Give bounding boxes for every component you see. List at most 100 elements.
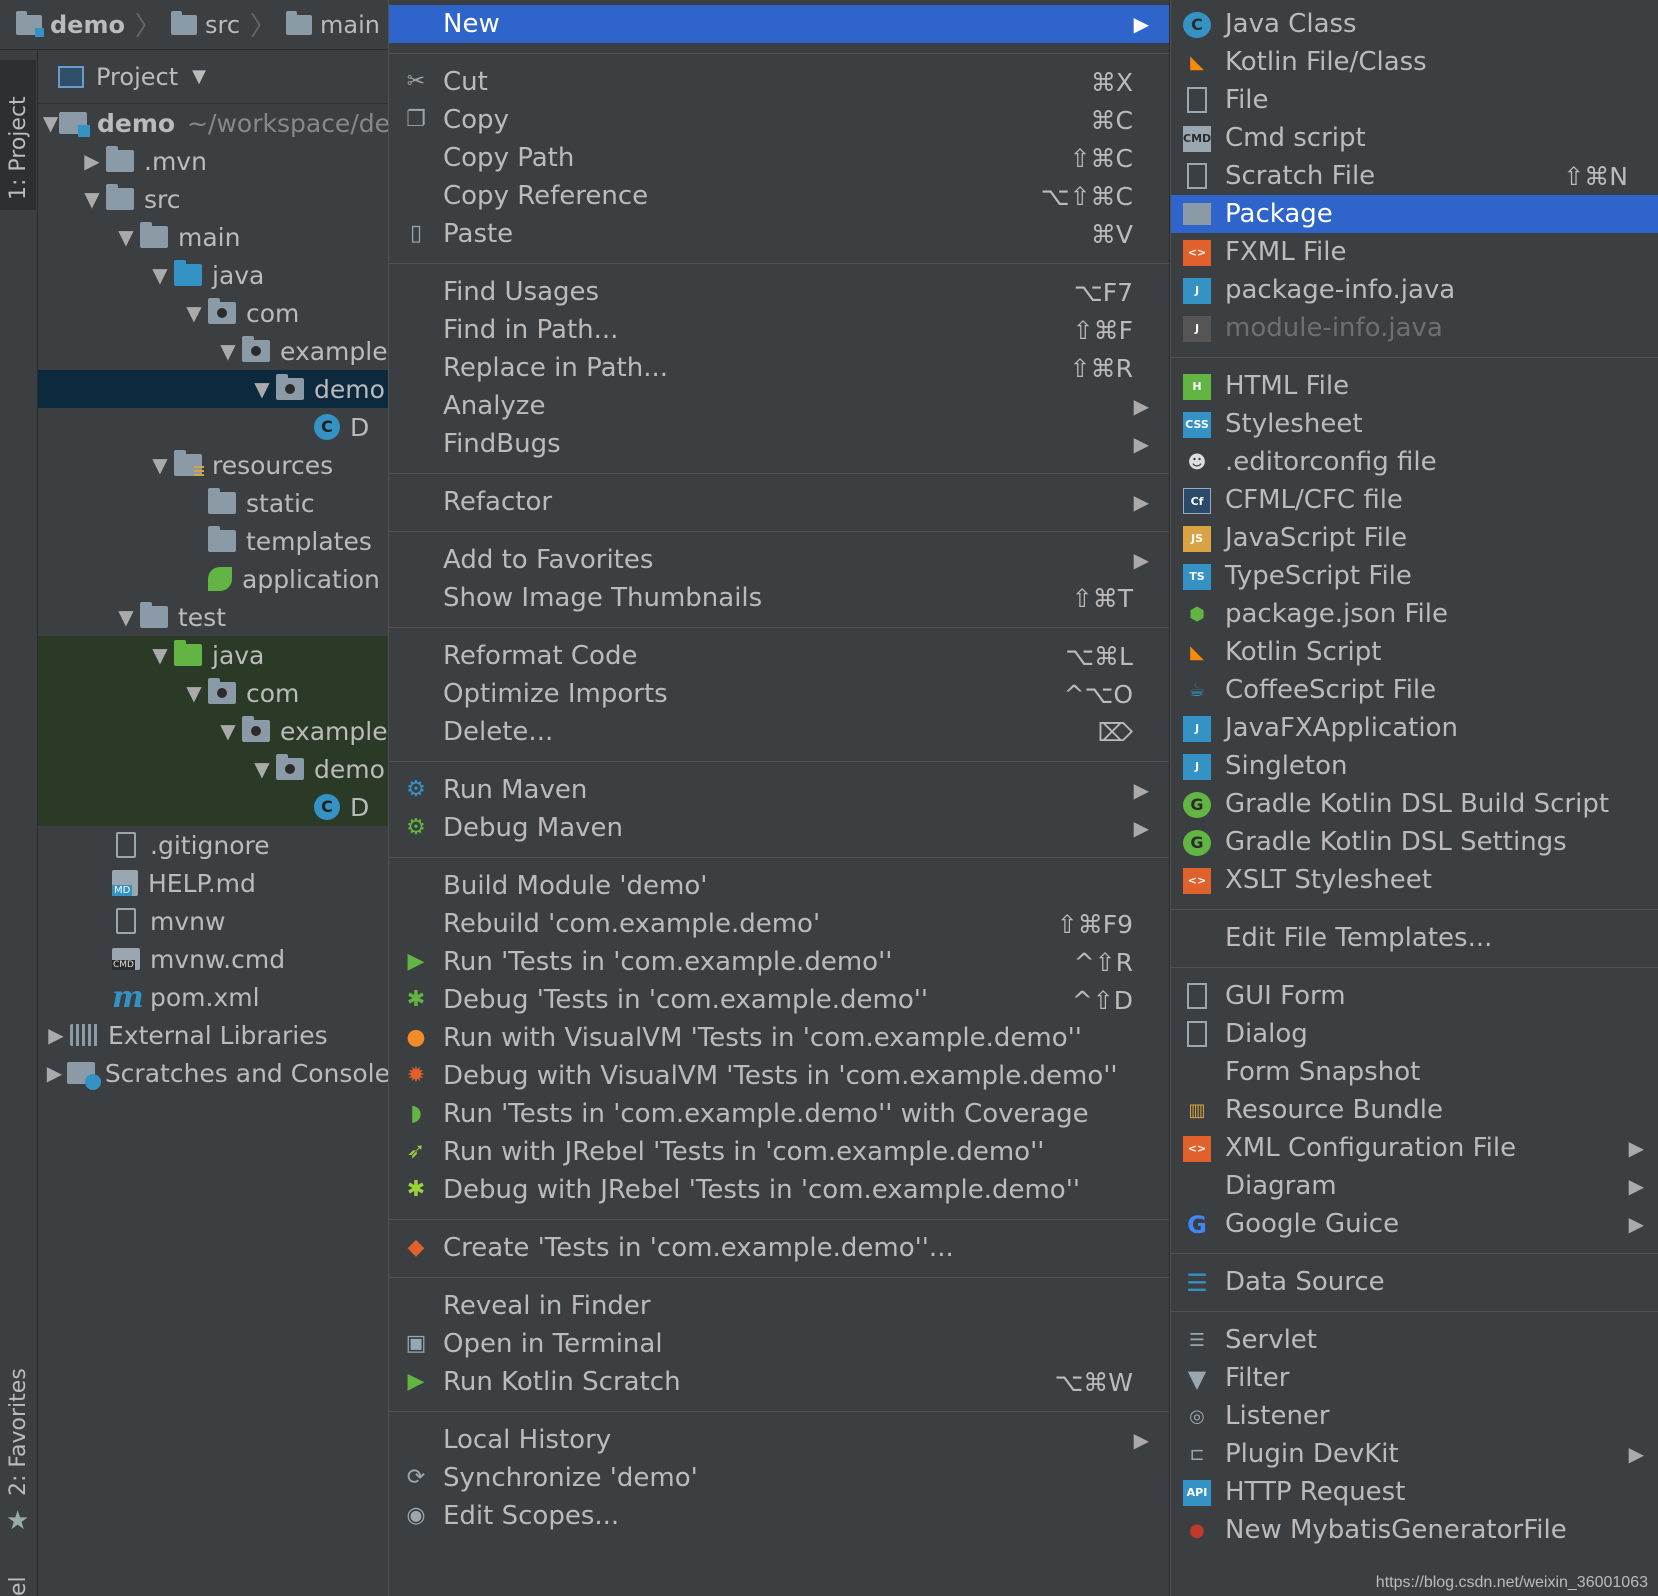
tree-item-resources[interactable]: ▼ resources [38, 446, 390, 484]
chevron-down-icon[interactable]: ▼ [192, 66, 206, 87]
submenu-item-xslt[interactable]: <> XSLT Stylesheet [1171, 861, 1658, 899]
submenu-item-package-json[interactable]: ⬢ package.json File [1171, 595, 1658, 633]
menu-item-copy-reference[interactable]: Copy Reference ⌥⇧⌘C [389, 177, 1169, 215]
expand-arrow-icon[interactable]: ▼ [214, 719, 242, 743]
tree-item-demo-package[interactable]: ▼ demo [38, 370, 390, 408]
menu-item-synchronize[interactable]: ⟳ Synchronize 'demo' [389, 1459, 1169, 1497]
menu-item-reformat-code[interactable]: Reformat Code ⌥⌘L [389, 637, 1169, 675]
submenu-item-cmd-script[interactable]: CMD Cmd script [1171, 119, 1658, 157]
tree-item-mvnw-cmd[interactable]: mvnw.cmd [38, 940, 390, 978]
submenu-item-scratch-file[interactable]: Scratch File ⇧⌘N [1171, 157, 1658, 195]
tree-item-help-md[interactable]: HELP.md [38, 864, 390, 902]
expand-arrow-icon[interactable]: ▼ [146, 263, 174, 287]
expand-arrow-icon[interactable]: ▼ [42, 111, 59, 135]
submenu-item-cfml[interactable]: Cf CFML/CFC file [1171, 481, 1658, 519]
tree-item-mvn[interactable]: ▶ .mvn [38, 142, 390, 180]
menu-item-add-to-favorites[interactable]: Add to Favorites ▶ [389, 541, 1169, 579]
submenu-item-filter[interactable]: ▼ Filter [1171, 1359, 1658, 1397]
tree-item-test-demo[interactable]: ▼ demo [38, 750, 390, 788]
menu-item-find-in-path[interactable]: Find in Path... ⇧⌘F [389, 311, 1169, 349]
menu-item-create-tests[interactable]: ◆ Create 'Tests in 'com.example.demo''... [389, 1229, 1169, 1267]
tree-item-test-example[interactable]: ▼ example [38, 712, 390, 750]
tree-item-java[interactable]: ▼ java [38, 256, 390, 294]
submenu-item-html-file[interactable]: H HTML File [1171, 367, 1658, 405]
tree-item-pom-xml[interactable]: m pom.xml [38, 978, 390, 1016]
expand-arrow-icon[interactable]: ▼ [214, 339, 242, 363]
submenu-item-diagram[interactable]: Diagram ▶ [1171, 1167, 1658, 1205]
menu-item-findbugs[interactable]: FindBugs ▶ [389, 425, 1169, 463]
collapse-arrow-icon[interactable]: ▶ [78, 149, 106, 173]
submenu-item-kotlin-script[interactable]: ◣ Kotlin Script [1171, 633, 1658, 671]
expand-arrow-icon[interactable]: ▼ [112, 605, 140, 629]
submenu-item-http-request[interactable]: API HTTP Request [1171, 1473, 1658, 1511]
menu-item-rebuild[interactable]: Rebuild 'com.example.demo' ⇧⌘F9 [389, 905, 1169, 943]
submenu-item-singleton[interactable]: J Singleton [1171, 747, 1658, 785]
submenu-item-form-snapshot[interactable]: Form Snapshot [1171, 1053, 1658, 1091]
tree-item-demo[interactable]: ▼ demo ~/workspace/de [38, 104, 390, 142]
submenu-item-package[interactable]: Package [1171, 195, 1658, 233]
submenu-item-gradle-settings[interactable]: G Gradle Kotlin DSL Settings [1171, 823, 1658, 861]
submenu-item-data-source[interactable]: ☰ Data Source [1171, 1263, 1658, 1301]
menu-item-run-kotlin-scratch[interactable]: ▶ Run Kotlin Scratch ⌥⌘W [389, 1363, 1169, 1401]
breadcrumb-item-main[interactable]: main [286, 10, 380, 39]
menu-item-run-visualvm[interactable]: ● Run with VisualVM 'Tests in 'com.exampl… [389, 1019, 1169, 1057]
submenu-item-resource-bundle[interactable]: ▥ Resource Bundle [1171, 1091, 1658, 1129]
menu-item-optimize-imports[interactable]: Optimize Imports ^⌥O [389, 675, 1169, 713]
submenu-item-plugin-devkit[interactable]: ⊏ Plugin DevKit ▶ [1171, 1435, 1658, 1473]
submenu-item-fxml-file[interactable]: <> FXML File [1171, 233, 1658, 271]
project-tool-tab[interactable]: 1: Project [0, 60, 36, 210]
tree-item-templates[interactable]: templates [38, 522, 390, 560]
expand-arrow-icon[interactable]: ▼ [112, 225, 140, 249]
tree-item-example[interactable]: ▼ example [38, 332, 390, 370]
menu-item-debug-visualvm[interactable]: ✹ Debug with VisualVM 'Tests in 'com.exam… [389, 1057, 1169, 1095]
submenu-item-typescript[interactable]: TS TypeScript File [1171, 557, 1658, 595]
submenu-item-dialog[interactable]: Dialog [1171, 1015, 1658, 1053]
expand-arrow-icon[interactable]: ▼ [180, 681, 208, 705]
submenu-item-javascript[interactable]: JS JavaScript File [1171, 519, 1658, 557]
tree-item-src[interactable]: ▼ src [38, 180, 390, 218]
expand-arrow-icon[interactable]: ▼ [248, 377, 276, 401]
tree-item-external-libraries[interactable]: ▶ External Libraries [38, 1016, 390, 1054]
menu-item-open-in-terminal[interactable]: ▣ Open in Terminal [389, 1325, 1169, 1363]
submenu-item-javafx[interactable]: J JavaFXApplication [1171, 709, 1658, 747]
submenu-item-mybatis[interactable]: ● New MybatisGeneratorFile [1171, 1511, 1658, 1549]
menu-item-find-usages[interactable]: Find Usages ⌥F7 [389, 273, 1169, 311]
submenu-item-file[interactable]: File [1171, 81, 1658, 119]
menu-item-show-image-thumbnails[interactable]: Show Image Thumbnails ⇧⌘T [389, 579, 1169, 617]
submenu-item-listener[interactable]: ◎ Listener [1171, 1397, 1658, 1435]
menu-item-copy[interactable]: ❐ Copy ⌘C [389, 101, 1169, 139]
menu-item-edit-scopes[interactable]: ◉ Edit Scopes... [389, 1497, 1169, 1535]
tree-item-test-java[interactable]: ▼ java [38, 636, 390, 674]
submenu-item-edit-templates[interactable]: Edit File Templates... [1171, 919, 1658, 957]
tree-item-gitignore[interactable]: .gitignore [38, 826, 390, 864]
menu-item-paste[interactable]: ▯ Paste ⌘V [389, 215, 1169, 253]
menu-item-run-jrebel[interactable]: ➶ Run with JRebel 'Tests in 'com.example.… [389, 1133, 1169, 1171]
tree-item-static[interactable]: static [38, 484, 390, 522]
bottom-tool-tab[interactable]: el [6, 1576, 31, 1596]
menu-item-run-maven[interactable]: ⚙ Run Maven ▶ [389, 771, 1169, 809]
submenu-item-gui-form[interactable]: GUI Form [1171, 977, 1658, 1015]
submenu-item-java-class[interactable]: C Java Class [1171, 5, 1658, 43]
submenu-item-editorconfig[interactable]: ☻ .editorconfig file [1171, 443, 1658, 481]
menu-item-new[interactable]: New ▶ [389, 5, 1169, 43]
tree-item-demo-application-class[interactable]: CD [38, 408, 390, 446]
submenu-item-package-info[interactable]: Jpackage-info.java [1171, 271, 1658, 309]
menu-item-copy-path[interactable]: Copy Path ⇧⌘C [389, 139, 1169, 177]
expand-arrow-icon[interactable]: ▼ [78, 187, 106, 211]
menu-item-build-module[interactable]: Build Module 'demo' [389, 867, 1169, 905]
tree-item-scratches[interactable]: ▶ Scratches and Console [38, 1054, 390, 1092]
menu-item-replace-in-path[interactable]: Replace in Path... ⇧⌘R [389, 349, 1169, 387]
tree-item-com[interactable]: ▼ com [38, 294, 390, 332]
tree-item-test-com[interactable]: ▼ com [38, 674, 390, 712]
collapse-arrow-icon[interactable]: ▶ [42, 1023, 70, 1047]
menu-item-debug-jrebel[interactable]: ✱ Debug with JRebel 'Tests in 'com.exampl… [389, 1171, 1169, 1209]
tree-item-main[interactable]: ▼ main [38, 218, 390, 256]
expand-arrow-icon[interactable]: ▼ [146, 453, 174, 477]
favorites-tool-tab[interactable]: 2: Favorites [0, 1346, 36, 1506]
menu-item-reveal-in-finder[interactable]: Reveal in Finder [389, 1287, 1169, 1325]
submenu-item-coffeescript[interactable]: ☕ CoffeeScript File [1171, 671, 1658, 709]
submenu-item-xml-config[interactable]: <> XML Configuration File ▶ [1171, 1129, 1658, 1167]
breadcrumb-item-src[interactable]: src [170, 10, 240, 39]
tree-item-test[interactable]: ▼ test [38, 598, 390, 636]
menu-item-run-coverage[interactable]: ◗ Run 'Tests in 'com.example.demo'' with … [389, 1095, 1169, 1133]
